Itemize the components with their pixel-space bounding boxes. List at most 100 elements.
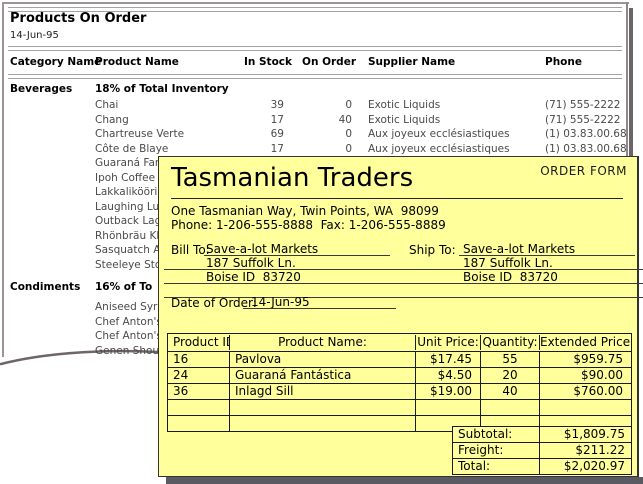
- product-id: [168, 400, 230, 415]
- unit-price: [416, 400, 481, 415]
- quantity: 40: [481, 384, 540, 399]
- product-id: 36: [168, 384, 230, 399]
- ship-to-line3: Boise ID 83720: [409, 270, 643, 284]
- header-quantity: Quantity:: [481, 335, 540, 350]
- header-product-id: Product ID: [168, 335, 230, 350]
- supplier-name: Exotic Liquids: [368, 114, 440, 126]
- col-phone: Phone: [545, 56, 582, 68]
- product-name: Chang: [95, 114, 129, 126]
- subtotal-value: $1,809.75: [540, 427, 631, 442]
- order-form-shadow: [166, 477, 643, 484]
- product-name: Outback Lag: [95, 215, 161, 227]
- freight-value: $211.22: [540, 443, 631, 458]
- supplier-name: Aux joyeux ecclésiastiques: [368, 128, 510, 140]
- category-summary: 18% of Total Inventory: [95, 83, 229, 95]
- section-header-beverages: Beverages 18% of Total Inventory: [0, 83, 630, 96]
- col-in-stock: In Stock: [210, 56, 292, 68]
- date-of-order-value: 14-Jun-95: [243, 295, 396, 309]
- col-on-order: On Order: [300, 56, 356, 68]
- divider-line: [8, 7, 622, 8]
- on-order: 0: [294, 143, 352, 155]
- on-order: 40: [294, 114, 352, 126]
- unit-price: $19.00: [416, 384, 481, 399]
- header-unit-price: Unit Price:: [416, 335, 481, 350]
- product-name: Chef Anton's: [95, 316, 162, 328]
- product-name: Steeleye Sto: [95, 259, 161, 271]
- divider-line: [8, 78, 622, 79]
- phone: (1) 03.83.00.68: [545, 128, 627, 140]
- phone: (71) 555-2222: [545, 114, 620, 126]
- product-name: [230, 416, 416, 431]
- extended-price: $90.00: [540, 368, 631, 383]
- product-id: 16: [168, 352, 230, 367]
- line-items-header-row: Product ID Product Name: Unit Price: Qua…: [168, 334, 631, 352]
- product-name: Rhönbräu Kl: [95, 230, 159, 242]
- line-item-row: 24 Guaraná Fantástica $4.50 20 $90.00: [168, 368, 631, 384]
- extended-price: $959.75: [540, 352, 631, 367]
- divider-line: [8, 46, 622, 47]
- unit-price: $17.45: [416, 352, 481, 367]
- report-date: 14-Jun-95: [10, 30, 59, 41]
- phone: (71) 555-2222: [545, 99, 620, 111]
- product-name: Sasquatch A: [95, 244, 160, 256]
- category-name: Condiments: [10, 281, 80, 293]
- product-name: Lakkalikööri: [95, 186, 157, 198]
- table-row: Chartreuse Verte 69 0 Aux joyeux ecclési…: [0, 128, 630, 141]
- table-row: Chai 39 0 Exotic Liquids (71) 555-2222: [0, 99, 630, 112]
- col-supplier-name: Supplier Name: [368, 56, 455, 68]
- line-item-row: 16 Pavlova $17.45 55 $959.75: [168, 352, 631, 368]
- category-name: Beverages: [10, 83, 72, 95]
- quantity: [481, 400, 540, 415]
- on-order: 0: [294, 128, 352, 140]
- bill-to-line2: 187 Suffolk Ln.: [164, 256, 430, 270]
- table-row: Côte de Blaye 17 0 Aux joyeux ecclésiast…: [0, 143, 630, 156]
- supplier-name: Exotic Liquids: [368, 99, 440, 111]
- line-item-row: 36 Inlagd Sill $19.00 40 $760.00: [168, 384, 631, 400]
- page-title: Products On Order: [10, 11, 146, 26]
- page-border-top: [2, 2, 629, 4]
- extended-price: [540, 400, 631, 415]
- in-stock: 69: [204, 128, 284, 140]
- col-category-name: Category Name: [10, 56, 101, 68]
- category-summary: 16% of To: [95, 281, 152, 293]
- unit-price: $4.50: [416, 368, 481, 383]
- product-name: [230, 400, 416, 415]
- ship-to-line4: [409, 284, 643, 298]
- product-id: 24: [168, 368, 230, 383]
- order-form-tag: ORDER FORM: [540, 164, 627, 178]
- product-name: Guaraná Fan: [95, 157, 162, 169]
- total-value: $2,020.97: [540, 459, 631, 474]
- product-name: Genen Shouy: [95, 345, 165, 357]
- divider-line: [8, 74, 622, 75]
- header-product-name: Product Name:: [230, 335, 416, 350]
- product-name: Pavlova: [230, 352, 416, 367]
- freight-row: Freight: $211.22: [453, 443, 631, 459]
- bill-to-line1: Save-a-lot Markets: [204, 242, 390, 256]
- quantity: 20: [481, 368, 540, 383]
- table-row: Chang 17 40 Exotic Liquids (71) 555-2222: [0, 114, 630, 127]
- divider-line: [8, 50, 622, 51]
- total-label: Total:: [453, 459, 540, 474]
- line-items-table: Product ID Product Name: Unit Price: Qua…: [167, 333, 632, 432]
- product-id: [168, 416, 230, 431]
- in-stock: 39: [204, 99, 284, 111]
- order-form: ORDER FORM Tasmanian Traders One Tasmani…: [158, 156, 639, 477]
- ship-to-label: Ship To:: [409, 243, 456, 257]
- company-address: One Tasmanian Way, Twin Points, WA 98099: [171, 204, 439, 218]
- title-rule: [171, 198, 623, 199]
- line-item-row-empty: [168, 400, 631, 416]
- ship-to-line1: Save-a-lot Markets: [459, 242, 635, 256]
- totals-table: Subtotal: $1,809.75 Freight: $211.22 Tot…: [452, 426, 632, 475]
- freight-label: Freight:: [453, 443, 540, 458]
- report-column-headers: Category Name Product Name In Stock On O…: [0, 56, 630, 69]
- product-name: Aniseed Syru: [95, 301, 164, 313]
- product-name: Chai: [95, 99, 118, 111]
- phone: (1) 03.83.00.68: [545, 143, 627, 155]
- product-name: Ipoh Coffee: [95, 172, 155, 184]
- product-name: Inlagd Sill: [230, 384, 416, 399]
- company-title: Tasmanian Traders: [171, 163, 413, 193]
- quantity: 55: [481, 352, 540, 367]
- subtotal-label: Subtotal:: [453, 427, 540, 442]
- ship-to-line2: 187 Suffolk Ln.: [409, 256, 643, 270]
- product-name: Chartreuse Verte: [95, 128, 184, 140]
